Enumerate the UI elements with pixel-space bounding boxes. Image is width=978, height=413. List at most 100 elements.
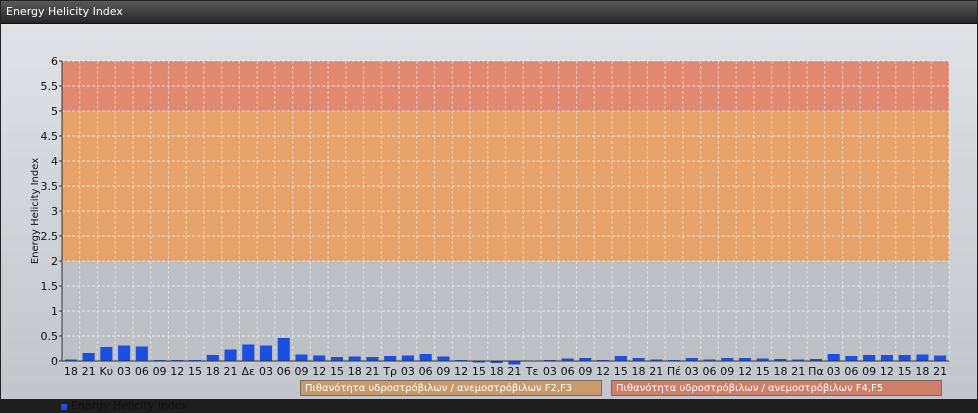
x-tick-label: Κυ [100, 365, 114, 378]
x-tick-label: 15 [898, 365, 912, 378]
x-tick-label: 15 [188, 365, 202, 378]
x-tick-label: 03 [117, 365, 131, 378]
x-tick-label: 21 [791, 365, 805, 378]
chart-area: 0 0.5 1 1.5 2 2.5 3 3.5 4 4.5 5 5.5 6 18 21 Κυ 03 06 09 12 1… [1, 24, 977, 412]
bar-03 [259, 345, 273, 361]
title-bar: Energy Helicity Index [1, 1, 977, 24]
bar-06 [845, 356, 858, 361]
x-tick-label: 15 [756, 365, 770, 378]
x-tick-label: 06 [419, 365, 433, 378]
x-tick-label: 09 [578, 365, 592, 378]
bar-09 [295, 354, 308, 361]
x-tick-label: 03 [827, 365, 841, 378]
legend-marker-icon [61, 404, 67, 410]
x-tick-label: 03 [685, 365, 699, 378]
bar-09 [863, 355, 876, 361]
x-tick-label: 21 [224, 365, 238, 378]
zone-label-f4f5: Πιθανότητα υδροστρόβιλων / ανεμοστρόβιλω… [611, 380, 942, 396]
bar-03 [401, 355, 414, 361]
x-tick-label: 21 [507, 365, 521, 378]
bar-18 [916, 354, 929, 361]
y-tick-label: 5 [51, 105, 58, 118]
x-tick-label: 09 [862, 365, 876, 378]
x-tick-label: Τε [525, 365, 539, 378]
x-tick-label: 18 [773, 365, 787, 378]
y-tick-label: 1 [51, 305, 58, 318]
bar-09 [437, 356, 450, 361]
bar-Δε [242, 344, 255, 361]
x-tick-label: 21 [365, 365, 379, 378]
x-tick-label: 06 [561, 365, 575, 378]
x-tick-label: 18 [490, 365, 504, 378]
ehi-bar-chart: 00.511.522.533.544.555.5618 21 Κυ 03 06 09 12 1… [30, 55, 950, 378]
x-tick-label: 12 [738, 365, 752, 378]
x-tick-label: Πέ [667, 365, 681, 378]
bar-15 [614, 356, 627, 361]
bar-12 [313, 355, 326, 361]
bar-Τρ [384, 356, 397, 361]
bar-18 [206, 355, 219, 361]
x-tick-label: 21 [933, 365, 947, 378]
x-tick-label: 09 [720, 365, 734, 378]
y-axis-title: Energy Helicity Index [30, 158, 41, 264]
x-tick-label: 03 [543, 365, 557, 378]
bar-03 [118, 345, 131, 361]
x-tick-label: 21 [82, 365, 96, 378]
x-tick-label: 15 [614, 365, 628, 378]
bar-06 [135, 346, 148, 361]
y-tick-label: 2.5 [41, 230, 59, 243]
x-tick-label: 18 [206, 365, 220, 378]
x-tick-label: 06 [703, 365, 717, 378]
bar-03 [827, 354, 840, 361]
x-tick-label: 15 [472, 365, 486, 378]
x-tick-label: Δε [242, 365, 256, 378]
x-tick-label: 18 [915, 365, 929, 378]
x-tick-label: 03 [401, 365, 415, 378]
x-tick-label: Τρ [382, 365, 397, 378]
zone-label-f2f3: Πιθανότητα υδροστρόβιλων / ανεμοστρόβιλω… [300, 380, 602, 396]
x-tick-label: 18 [348, 365, 362, 378]
x-tick-label: 12 [596, 365, 610, 378]
x-tick-label: 21 [649, 365, 663, 378]
bar-21 [934, 355, 947, 361]
y-tick-label: 3 [51, 205, 58, 218]
y-tick-label: 2 [51, 255, 58, 268]
x-tick-label: 18 [632, 365, 646, 378]
bar-Κυ [100, 347, 113, 361]
x-tick-label: 03 [259, 365, 273, 378]
bar-18 [348, 356, 361, 361]
x-tick-label: 12 [312, 365, 326, 378]
x-tick-label: 09 [294, 365, 308, 378]
bar-21 [508, 361, 521, 365]
y-tick-label: 1.5 [41, 280, 59, 293]
legend-label: Energy Helicity Index [71, 399, 188, 412]
y-tick-label: 3.5 [41, 180, 59, 193]
bar-15 [898, 355, 911, 361]
x-tick-label: Πα [808, 365, 824, 378]
chart-window: Energy Helicity Index 0 0.5 1 1.5 2 2.5 3 3.5 4 4… [0, 0, 978, 412]
x-tick-label: 12 [880, 365, 894, 378]
x-tick-label: 06 [135, 365, 149, 378]
x-tick-label: 15 [330, 365, 344, 378]
x-tick-label: 06 [277, 365, 291, 378]
y-tick-label: 4 [51, 155, 58, 168]
x-tick-label: 12 [170, 365, 184, 378]
bar-12 [880, 355, 893, 361]
x-tick-label: 09 [436, 365, 450, 378]
y-tick-label: 0.5 [41, 330, 59, 343]
bar-21 [82, 353, 95, 361]
y-tick-label: 6 [51, 55, 58, 68]
y-tick-label: 0 [51, 355, 58, 368]
y-tick-label: 4.5 [41, 130, 59, 143]
x-tick-label: 12 [454, 365, 468, 378]
bar-21 [224, 349, 237, 361]
x-tick-label: 06 [844, 365, 858, 378]
bar-06 [419, 354, 432, 361]
bar-15 [330, 357, 344, 361]
x-tick-label: 09 [153, 365, 167, 378]
bar-21 [366, 357, 379, 361]
y-tick-label: 5.5 [41, 80, 59, 93]
x-tick-label: 18 [64, 365, 78, 378]
window-title: Energy Helicity Index [6, 5, 123, 18]
bar-06 [277, 338, 290, 361]
